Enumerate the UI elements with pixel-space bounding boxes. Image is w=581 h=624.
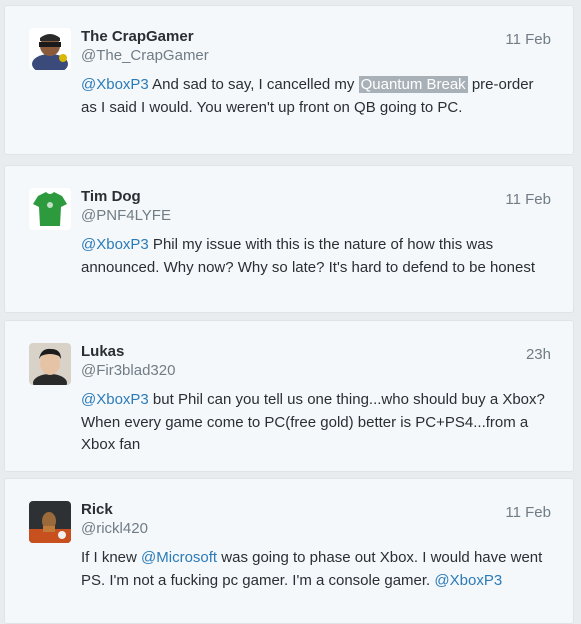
tweet-text-part: Phil my issue with this is the nature of… <box>81 236 535 276</box>
author-handle[interactable]: @Fir3blad320 <box>81 362 175 379</box>
tweet-text: @XboxP3 And sad to say, I cancelled my Q… <box>81 74 551 119</box>
mention-link[interactable]: @XboxP3 <box>434 572 502 589</box>
tweet-text: @XboxP3 Phil my issue with this is the n… <box>81 234 551 279</box>
masked-gamer-avatar-icon[interactable] <box>29 28 71 70</box>
tweet-card[interactable]: Tim Dog @PNF4LYFE 11 Feb @XboxP3 Phil my… <box>4 165 574 313</box>
mention-link[interactable]: @XboxP3 <box>81 391 149 408</box>
green-shirt-avatar-icon[interactable] <box>29 188 71 230</box>
author-name[interactable]: Lukas <box>81 343 124 360</box>
tweet-text-part: but Phil can you tell us one thing...who… <box>81 391 545 453</box>
tweet-card[interactable]: The CrapGamer @The_CrapGamer 11 Feb @Xbo… <box>4 5 574 155</box>
tweet-feed: The CrapGamer @The_CrapGamer 11 Feb @Xbo… <box>0 0 581 624</box>
mention-link[interactable]: @XboxP3 <box>81 236 149 253</box>
tweet-timestamp[interactable]: 11 Feb <box>505 504 551 521</box>
author-handle[interactable]: @rickl420 <box>81 520 148 537</box>
author-name[interactable]: Rick <box>81 501 113 518</box>
mention-link[interactable]: @Microsoft <box>141 549 217 566</box>
tweet-card[interactable]: Rick @rickl420 11 Feb If I knew @Microso… <box>4 478 574 624</box>
mention-link[interactable]: @XboxP3 <box>81 76 149 93</box>
author-handle[interactable]: @The_CrapGamer <box>81 47 209 64</box>
author-name[interactable]: The CrapGamer <box>81 28 194 45</box>
highlighted-term: Quantum Break <box>358 76 468 93</box>
tweet-text: @XboxP3 but Phil can you tell us one thi… <box>81 389 551 457</box>
tweet-timestamp[interactable]: 11 Feb <box>505 191 551 208</box>
portrait-avatar-icon[interactable] <box>29 343 71 385</box>
tweet-text-part: And sad to say, I cancelled my <box>148 76 359 93</box>
tweet-text: If I knew @Microsoft was going to phase … <box>81 547 551 592</box>
tweet-timestamp[interactable]: 23h <box>526 346 551 363</box>
game-art-avatar-icon[interactable] <box>29 501 71 543</box>
tweet-text-part: If I knew <box>81 549 142 566</box>
tweet-card[interactable]: Lukas @Fir3blad320 23h @XboxP3 but Phil … <box>4 320 574 472</box>
author-handle[interactable]: @PNF4LYFE <box>81 207 171 224</box>
author-name[interactable]: Tim Dog <box>81 188 141 205</box>
tweet-timestamp[interactable]: 11 Feb <box>505 31 551 48</box>
